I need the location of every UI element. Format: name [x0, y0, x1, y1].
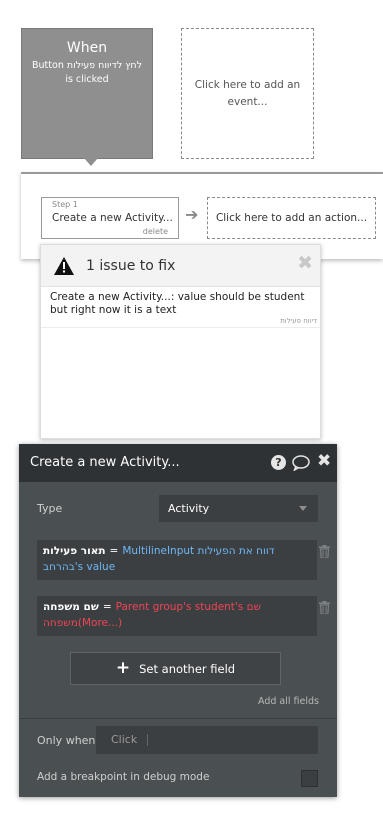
event-when-title: When: [66, 40, 108, 56]
warning-icon: [54, 257, 74, 275]
field-name: תאור פעילות: [43, 545, 106, 557]
issue-item[interactable]: Create a new Activity...: value should b…: [41, 287, 320, 328]
field-equals: =: [109, 545, 119, 557]
issues-header: 1 issue to fix ✖: [41, 245, 320, 287]
close-icon[interactable]: ✖: [317, 451, 331, 471]
only-when-placeholder: Click: [111, 733, 138, 746]
help-icon[interactable]: ?: [271, 455, 286, 470]
add-action-button[interactable]: Click here to add an action...: [207, 197, 376, 239]
event-description: לחץ לדיווח פעילות Button is clicked: [32, 60, 142, 85]
add-all-fields-link[interactable]: Add all fields: [258, 696, 319, 707]
input-separator: [147, 734, 149, 746]
issue-text: Create a new Activity...: value should b…: [50, 291, 305, 316]
field-row-family-name[interactable]: שם משפחה = Parent group's student's שם משפ…: [37, 596, 317, 636]
comment-icon[interactable]: [292, 455, 310, 471]
chevron-down-icon: [299, 506, 307, 511]
plus-icon: +: [115, 658, 131, 678]
add-event-label: Click here to add an event...: [194, 78, 301, 108]
event-selected-pointer: [84, 158, 98, 166]
add-action-label: Click here to add an action...: [215, 212, 368, 224]
only-when-input[interactable]: Click: [96, 726, 318, 754]
field-equals: =: [102, 601, 112, 613]
arrow-right-icon: ➔: [185, 205, 199, 224]
issues-title: 1 issue to fix: [86, 258, 176, 274]
step-delete-link[interactable]: delete: [143, 227, 168, 236]
field-row-activity-description[interactable]: תאור פעילות = MultilineInput דווח את הפעיל…: [37, 540, 317, 580]
event-card-button-clicked[interactable]: When לחץ לדיווח פעילות Button is clicked: [21, 28, 153, 166]
issue-source: דיווח פעילות: [280, 317, 317, 325]
set-another-field-button[interactable]: + Set another field: [70, 652, 281, 685]
editor-title: Create a new Activity...: [30, 455, 180, 470]
only-when-label: Only when: [37, 734, 96, 747]
breakpoint-checkbox[interactable]: [301, 770, 318, 787]
field-name: שם משפחה: [43, 601, 99, 613]
type-label: Type: [37, 502, 63, 515]
trash-icon[interactable]: [319, 601, 330, 614]
type-dropdown[interactable]: Activity: [159, 495, 318, 522]
breakpoint-label: Add a breakpoint in debug mode: [37, 771, 210, 783]
add-event-button[interactable]: Click here to add an event...: [181, 28, 314, 159]
set-field-label: Set another field: [139, 661, 236, 676]
divider: [19, 718, 337, 719]
trash-icon[interactable]: [319, 545, 330, 558]
issues-panel: 1 issue to fix ✖ Create a new Activity..…: [40, 244, 321, 439]
action-property-editor: Create a new Activity... ? ✖ Type Activi…: [19, 444, 337, 797]
step-title: Create a new Activity...: [52, 212, 173, 224]
step-number-label: Step 1: [52, 200, 78, 209]
close-icon[interactable]: ✖: [297, 253, 313, 273]
type-dropdown-value: Activity: [168, 502, 210, 515]
action-step-1[interactable]: Step 1 Create a new Activity... delete: [41, 197, 179, 239]
editor-header: Create a new Activity... ? ✖: [19, 444, 337, 482]
